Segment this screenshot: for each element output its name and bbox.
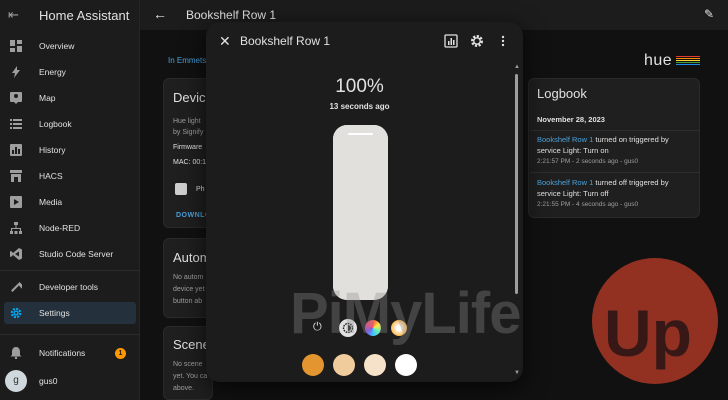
sidebar-item-label: Node-RED (39, 223, 81, 233)
sidebar-item-energy[interactable]: Energy (4, 61, 136, 83)
device-card-firmware: Firmware (173, 144, 203, 151)
hue-logo-bars (676, 56, 700, 66)
sidebar-item-label: Energy (39, 67, 66, 77)
pencil-icon[interactable]: ✎ (704, 7, 714, 21)
history-chart-icon[interactable] (444, 34, 458, 48)
last-changed: 13 seconds ago (329, 102, 390, 111)
more-vertical-icon[interactable] (496, 34, 510, 48)
brightness-slider-handle[interactable] (348, 133, 373, 135)
logbook-divider (530, 172, 700, 173)
back-arrow-icon[interactable]: ← (153, 6, 167, 22)
play-icon (10, 196, 22, 208)
sidebar-item-label: History (39, 145, 66, 155)
scenes-card-line: No scene (173, 361, 203, 368)
device-card-mac: MAC: 00:1 (173, 159, 207, 166)
sidebar-title: Home Assistant (39, 8, 130, 23)
sitemap-icon (10, 222, 22, 234)
sidebar: ⇤ Home Assistant Overview Energy Map Log… (0, 0, 140, 400)
page-title: Bookshelf Row 1 (186, 8, 277, 22)
logbook-heading: Logbook (537, 86, 587, 101)
vscode-icon (10, 248, 22, 260)
scenes-card-line: above. (173, 385, 195, 392)
scroll-up-icon[interactable]: ▲ (514, 64, 520, 70)
sidebar-divider (0, 334, 140, 335)
device-card-via[interactable]: Ph (196, 184, 205, 195)
logbook-time: 2:21:55 PM - 4 seconds ago - gus0 (537, 201, 639, 208)
watermark-logo-text: Up (604, 296, 692, 370)
sidebar-item-label: Map (39, 93, 56, 103)
sidebar-item-label: Logbook (39, 119, 72, 129)
brightness-slider[interactable] (333, 125, 388, 300)
sidebar-item-history[interactable]: History (4, 139, 136, 161)
sidebar-item-hacs[interactable]: HACS (4, 165, 136, 187)
notification-badge: 1 (115, 348, 126, 359)
sidebar-item-developer-tools[interactable]: Developer tools (4, 276, 136, 298)
sidebar-item-label: Developer tools (39, 282, 99, 292)
map-icon (10, 92, 22, 104)
logbook-entity-link[interactable]: Bookshelf Row 1 (537, 135, 593, 144)
color-swatch[interactable] (302, 354, 324, 376)
hammer-icon (11, 282, 22, 292)
sidebar-item-overview[interactable]: Overview (4, 35, 136, 57)
sidebar-divider (0, 270, 140, 271)
logbook-divider (530, 130, 700, 131)
sidebar-item-logbook[interactable]: Logbook (4, 113, 136, 135)
color-swatch[interactable] (333, 354, 355, 376)
scenes-card-line: yet. You ca (173, 373, 208, 380)
area-link[interactable]: In Emmets (168, 56, 206, 65)
list-icon (10, 119, 22, 129)
logbook-entry: Bookshelf Row 1 turned on triggered by se… (537, 135, 669, 155)
sidebar-item-studio-code-server[interactable]: Studio Code Server (4, 243, 136, 265)
automations-card-line: device yet (173, 286, 205, 293)
brightness-percent: 100% (335, 76, 384, 97)
sidebar-item-label: Notifications (39, 348, 86, 358)
sidebar-item-label: Overview (39, 41, 75, 51)
sidebar-item-node-red[interactable]: Node-RED (4, 217, 136, 239)
scroll-thumb[interactable] (515, 74, 518, 294)
sidebar-item-label: Settings (39, 308, 70, 318)
store-icon (10, 170, 22, 182)
dashboard-icon (10, 40, 22, 52)
brightness-slider-fill (333, 125, 388, 300)
gear-icon (10, 307, 22, 319)
sidebar-item-label: HACS (39, 171, 63, 181)
hue-logo: hue (644, 52, 673, 69)
automations-card-line: No autom (173, 274, 204, 281)
color-swatch[interactable] (364, 354, 386, 376)
hue-bridge-icon (175, 183, 187, 195)
logbook-date: November 28, 2023 (537, 115, 605, 124)
watermark-text: PiMyLife (290, 281, 521, 346)
user-name: gus0 (39, 376, 58, 386)
sidebar-item-label: Media (39, 197, 63, 207)
logbook-entity-link[interactable]: Bookshelf Row 1 (537, 178, 593, 187)
device-card-line: by Signify (173, 129, 204, 136)
sidebar-item-settings[interactable]: Settings (4, 302, 136, 324)
close-icon[interactable]: ✕ (219, 33, 231, 50)
automations-card-heading: Autom (173, 250, 211, 265)
sidebar-item-media[interactable]: Media (4, 191, 136, 213)
device-card-line: Hue light (173, 118, 201, 125)
scenes-card-heading: Scene (173, 337, 210, 352)
automations-card-line: button ab (173, 298, 203, 305)
chart-icon (10, 144, 22, 156)
logbook-time: 2:21:57 PM - 2 seconds ago - gus0 (537, 158, 639, 165)
settings-gear-icon[interactable] (470, 34, 484, 48)
avatar[interactable]: g (5, 370, 27, 392)
sidebar-item-map[interactable]: Map (4, 87, 136, 109)
menu-icon[interactable]: ⇤ (8, 8, 24, 22)
scroll-down-icon[interactable]: ▼ (514, 370, 520, 376)
color-swatch[interactable] (395, 354, 417, 376)
dialog-title: Bookshelf Row 1 (240, 34, 331, 48)
logbook-entry: Bookshelf Row 1 turned off triggered by s… (537, 178, 669, 198)
bell-icon (10, 347, 22, 359)
sidebar-item-label: Studio Code Server (39, 249, 114, 259)
lightning-icon (12, 66, 20, 78)
